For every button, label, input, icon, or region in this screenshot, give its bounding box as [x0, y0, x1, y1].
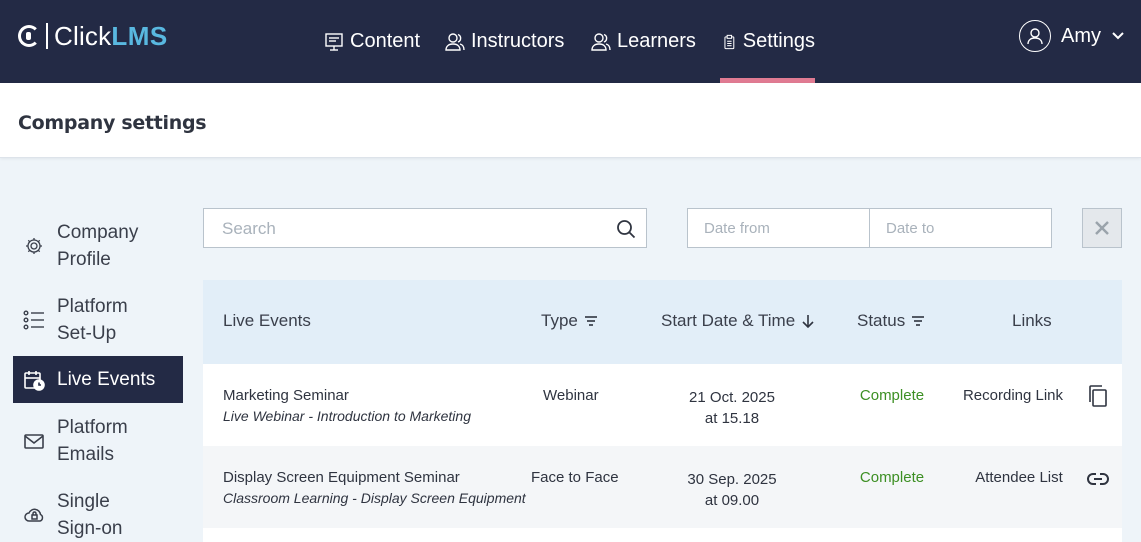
nav-settings[interactable]: Settings	[720, 0, 815, 83]
user-menu[interactable]: Amy	[1019, 20, 1125, 52]
filter-icon[interactable]	[584, 314, 598, 328]
nav-learners-label: Learners	[617, 30, 696, 52]
nav-content-label: Content	[350, 30, 421, 52]
chevron-down-icon	[1112, 32, 1124, 40]
user-name: Amy	[1061, 24, 1101, 47]
column-header-events: Live Events	[223, 311, 311, 330]
recording-link[interactable]: Recording Link	[953, 387, 1073, 404]
event-subtitle: Live Webinar - Introduction to Marketing	[223, 408, 471, 424]
logo-click-text: Click	[54, 20, 112, 51]
table-row[interactable]: Display Screen Equipment Seminar Classro…	[203, 446, 1122, 528]
sidebar-item-single-sign-on[interactable]: Single Sign-on	[13, 487, 183, 542]
status-badge: Complete	[859, 469, 925, 486]
chain-link-icon[interactable]	[1087, 470, 1109, 488]
sidebar-item-live-events[interactable]: Live Events	[13, 356, 183, 403]
sidebar-item-label: Company Profile	[57, 222, 139, 270]
page-title: Company settings	[18, 112, 207, 134]
users-icon	[445, 32, 465, 51]
event-type: Face to Face	[531, 469, 619, 486]
nav-settings-label: Settings	[742, 30, 815, 52]
close-icon	[1095, 221, 1109, 235]
sidebar-item-label: Live Events	[57, 369, 156, 390]
date-from-input[interactable]	[704, 220, 854, 237]
nav-content[interactable]: Content	[324, 0, 420, 83]
clicklms-logo[interactable]: Click LMS	[18, 20, 168, 51]
date-from-field[interactable]	[687, 208, 870, 248]
clear-filters-button[interactable]	[1082, 208, 1122, 248]
nav-instructors[interactable]: Instructors	[445, 0, 564, 83]
event-title: Display Screen Equipment Seminar	[223, 469, 460, 486]
event-subtitle: Classroom Learning - Display Screen Equi…	[223, 490, 526, 506]
date-to-field[interactable]	[869, 208, 1052, 248]
event-title: Marketing Seminar	[223, 387, 349, 404]
nav-instructors-label: Instructors	[471, 30, 565, 52]
envelope-icon	[24, 434, 44, 449]
copy-icon[interactable]	[1087, 384, 1109, 408]
user-icon	[1027, 28, 1043, 45]
avatar	[1019, 20, 1051, 52]
search-field[interactable]	[203, 208, 647, 248]
date-to-input[interactable]	[886, 220, 1036, 237]
presentation-board-icon	[325, 32, 343, 51]
table-row	[203, 528, 1122, 542]
sidebar-item-label: Platform Set-Up	[57, 296, 128, 344]
list-icon	[23, 310, 44, 330]
search-input[interactable]	[222, 219, 602, 239]
filter-icon[interactable]	[911, 314, 925, 328]
clipboard-icon	[724, 34, 735, 49]
attendee-list-link[interactable]: Attendee List	[959, 469, 1079, 486]
event-type: Webinar	[543, 387, 599, 404]
event-start: 21 Oct. 2025 at 15.18	[689, 389, 775, 427]
column-header-links: Links	[1012, 311, 1052, 330]
event-start: 30 Sep. 2025 at 09.00	[687, 471, 777, 509]
cloud-lock-icon	[24, 508, 44, 522]
column-header-type[interactable]: Type	[541, 311, 598, 331]
calendar-clock-icon	[24, 370, 45, 391]
live-events-table: Live Events Type Start Date & Time Statu…	[203, 280, 1122, 542]
column-header-start-date[interactable]: Start Date & Time	[661, 311, 815, 331]
top-navbar: Click LMS Content Instructors Learners Se…	[0, 0, 1141, 83]
sort-down-arrow-icon[interactable]	[801, 314, 815, 328]
settings-sidebar: Company Profile Platform Set-Up Live Eve…	[0, 158, 195, 542]
column-header-status[interactable]: Status	[857, 311, 925, 331]
sidebar-item-label: Single Sign-on	[57, 491, 123, 539]
search-icon[interactable]	[616, 219, 636, 239]
users-icon	[591, 32, 611, 51]
sidebar-item-platform-emails[interactable]: Platform Emails	[13, 413, 183, 469]
logo-c-icon	[18, 25, 40, 47]
sidebar-item-platform-setup[interactable]: Platform Set-Up	[13, 292, 183, 348]
sidebar-item-label: Platform Emails	[57, 417, 128, 465]
status-badge: Complete	[859, 387, 925, 404]
table-header: Live Events Type Start Date & Time Statu…	[203, 280, 1122, 364]
logo-lms-text: LMS	[111, 20, 168, 51]
sidebar-item-company-profile[interactable]: Company Profile	[13, 218, 183, 274]
table-row[interactable]: Marketing Seminar Live Webinar - Introdu…	[203, 364, 1122, 446]
gear-icon	[26, 238, 42, 254]
page-header: Company settings	[0, 83, 1141, 158]
nav-learners[interactable]: Learners	[591, 0, 696, 83]
